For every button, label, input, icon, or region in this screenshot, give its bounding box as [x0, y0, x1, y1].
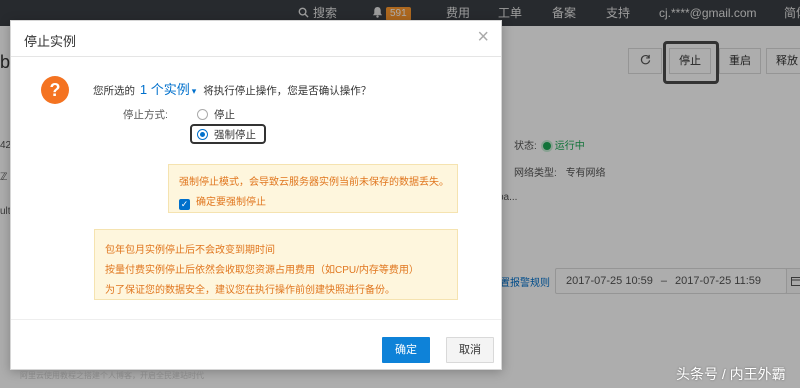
radio-option-stop[interactable]: 停止 [197, 107, 235, 123]
dialog-footer-divider [11, 319, 501, 320]
watermark: 头条号 / 内王外霸 [676, 366, 786, 382]
force-warning-text: 强制停止模式，会导致云服务器实例当前未保存的数据丢失。 [179, 177, 449, 188]
ok-button[interactable]: 确定 [382, 337, 430, 363]
dialog-header: 停止实例 × [11, 21, 501, 57]
confirm-suffix: 将执行停止操作，您是否确认操作？ [203, 85, 372, 97]
instance-count-dropdown[interactable]: 1 个实例 [140, 82, 190, 97]
dialog-title: 停止实例 [24, 34, 77, 49]
bottom-caption: 阿里云使用教程之搭建个人博客，开启全民建站时代 [20, 371, 204, 380]
confirm-force-checkbox[interactable]: ✓ [179, 199, 190, 210]
stop-mode-label: 停止方式: [123, 109, 168, 121]
note-line-3: 为了保证您的数据安全，建议您在执行操作前创建快照进行备份。 [105, 285, 395, 296]
question-icon: ? [41, 76, 69, 104]
billing-notes: 包年包月实例停止后不会改变到期时间 按量付费实例停止后依然会收取您资源占用费用（… [94, 229, 458, 300]
chevron-down-icon[interactable]: ▾ [192, 86, 197, 96]
cancel-button[interactable]: 取消 [446, 337, 494, 363]
stop-button-highlight [663, 41, 719, 84]
force-stop-warning: 强制停止模式，会导致云服务器实例当前未保存的数据丢失。 ✓ 确定要强制停止 [168, 164, 458, 213]
radio-stop[interactable] [197, 109, 208, 120]
confirm-force-label: 确定要强制停止 [196, 197, 266, 208]
force-stop-highlight [190, 124, 266, 144]
note-line-2: 按量付费实例停止后依然会收取您资源占用费用（如CPU/内存等费用） [105, 265, 419, 276]
confirm-message: 您所选的 1 个实例 ▾ 将执行停止操作，您是否确认操作？ [93, 79, 371, 98]
confirm-force-row[interactable]: ✓ 确定要强制停止 [179, 193, 266, 210]
note-line-1: 包年包月实例停止后不会改变到期时间 [105, 245, 275, 256]
close-icon[interactable]: × [477, 27, 489, 47]
stop-instance-dialog: 停止实例 × ? 您所选的 1 个实例 ▾ 将执行停止操作，您是否确认操作？ 停止… [10, 20, 502, 370]
confirm-prefix: 您所选的 [93, 85, 135, 97]
radio-stop-label: 停止 [214, 109, 235, 121]
